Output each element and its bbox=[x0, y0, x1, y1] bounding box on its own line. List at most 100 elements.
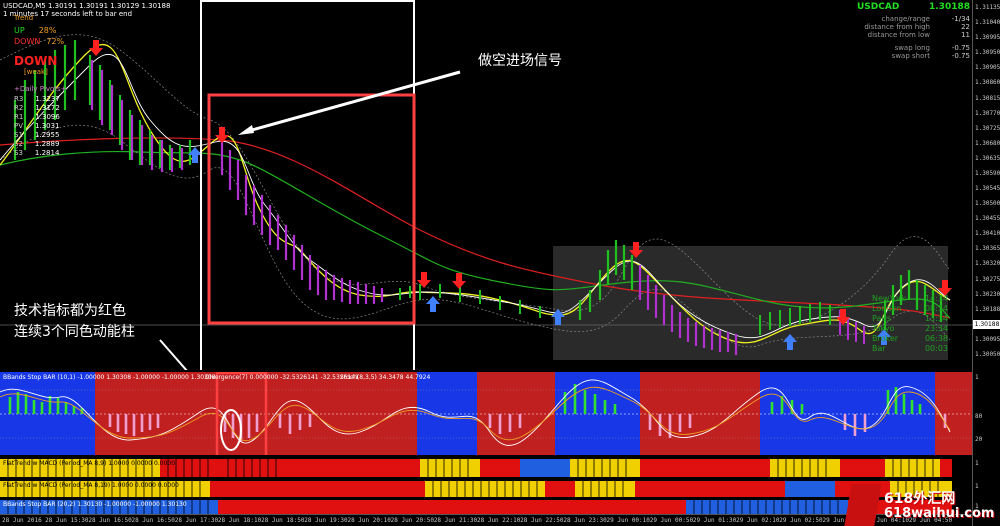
time-axis-label: 28 Jun 20:10 bbox=[347, 517, 391, 524]
info-row-label: distance from high bbox=[864, 23, 930, 31]
time-axis-label: 28 Jun 15:30 bbox=[45, 517, 89, 524]
indicator-panel-flattrend-2[interactable]: FlatTrend w MACD (Period_MA 8,19) 1.0000… bbox=[0, 479, 972, 499]
up-value: 28% bbox=[38, 26, 57, 35]
info-row-value: 22 bbox=[961, 23, 970, 31]
pivot-value: 1.3031 bbox=[35, 122, 60, 130]
highlight-white-box bbox=[200, 0, 415, 370]
price-axis-label: 1.30995 bbox=[975, 34, 1000, 42]
signal-red-box bbox=[207, 93, 416, 325]
annotation-arrow bbox=[244, 70, 461, 134]
watermark-logo-icon bbox=[844, 484, 882, 526]
indicator-panel-svg bbox=[0, 372, 972, 455]
price-axis-label: 1.30230 bbox=[975, 290, 1000, 298]
price-axis-label: 1.30095 bbox=[975, 335, 1000, 343]
trend-big-label: DOWN bbox=[14, 54, 58, 68]
price-axis-label: 1.30455 bbox=[975, 215, 1000, 223]
pivot-value: 1.3096 bbox=[35, 113, 60, 121]
pivot-name: S1 bbox=[14, 131, 23, 139]
price-axis-label: 1.30545 bbox=[975, 185, 1000, 192]
flattrend-1-title: FlatTrend w MACD (Period_MA 8,9) 1.0000 … bbox=[3, 460, 176, 467]
info-row-value: -0.75 bbox=[951, 44, 970, 52]
info-symbol: USDCAD bbox=[857, 2, 900, 12]
info-row-label: change/range bbox=[881, 15, 930, 23]
pivot-name: R1 bbox=[14, 113, 24, 121]
down-value: 72% bbox=[46, 37, 65, 46]
info-row-value: -0.75 bbox=[951, 52, 970, 60]
pivot-value: 1.3172 bbox=[35, 104, 60, 112]
session-time: 08:34 bbox=[924, 304, 948, 313]
pivot-list: R3 1.3237 R2 1.3172 R1 1.3096 PV 1.3031 S1 1.… bbox=[14, 95, 84, 158]
time-axis-label: 28 Jun 18:50 bbox=[261, 517, 305, 524]
up-label: UP bbox=[14, 26, 25, 35]
sub-axis-label: 80 bbox=[975, 413, 983, 420]
time-axis-label: 28 Jun 16:50 bbox=[131, 517, 175, 524]
bbands-title: BBands Stop BAR (10,1) -1.00000 1.30308 … bbox=[3, 374, 216, 381]
price-axis-label: 1.30680 bbox=[975, 139, 1000, 147]
time-axis-label: 28 Jun 19:30 bbox=[304, 517, 348, 524]
time-axis[interactable]: 28 Jun 2016 28 Jun 15:30 28 Jun 16:50 28 Ju… bbox=[0, 514, 972, 526]
pivot-name: S3 bbox=[14, 149, 23, 157]
short-signal-annotation: 做空进场信号 bbox=[478, 53, 562, 69]
price-axis-label: 1.30860 bbox=[975, 79, 1000, 87]
flattrend-2-title: FlatTrend w MACD (Period_MA 8,19) 1.0000… bbox=[3, 482, 179, 489]
indicator-panel-bbands-stoch[interactable]: BBands Stop BAR (10,1) -1.00000 1.30308 … bbox=[0, 372, 972, 455]
divergence-title: Divergence(7) 0.000000 -32.5326141 -32.5… bbox=[205, 374, 359, 381]
info-row-value: 11 bbox=[961, 31, 970, 39]
pivot-name: R2 bbox=[14, 104, 24, 112]
down-label: DOWN bbox=[14, 37, 41, 46]
price-axis-label: 1.30410 bbox=[975, 230, 1000, 238]
price-axis-label: 1.30050 bbox=[975, 350, 1000, 358]
price-axis-label: 1.30950 bbox=[975, 49, 1000, 57]
time-axis-label: 28 Jun 22:50 bbox=[520, 517, 564, 524]
session-clock: NewYork 14:34 London 08:34 Paris 13:34 Toky… bbox=[872, 294, 948, 354]
session-time: 13:34 bbox=[924, 314, 948, 323]
price-axis[interactable]: 1.31135 1.31040 1.30995 1.30950 1.30905 1.308… bbox=[972, 0, 1000, 526]
price-axis-label: 1.31040 bbox=[975, 19, 1000, 27]
info-row-value: -1/34 bbox=[951, 15, 970, 23]
price-axis-label: 1.30770 bbox=[975, 109, 1000, 117]
price-axis-label: 1.31135 bbox=[975, 4, 1000, 11]
session-label: Broker bbox=[872, 334, 899, 343]
trend-label: Trend bbox=[14, 14, 34, 22]
time-axis-label: 28 Jun 16:50 bbox=[88, 517, 132, 524]
trend-panel: Trend UP 28% DOWN 72% DOWN [weak] +Daily… bbox=[14, 14, 84, 158]
sub-axis-label: 1 bbox=[975, 374, 979, 381]
price-axis-label: 1.30500 bbox=[975, 200, 1000, 208]
annotation-red-indicators: 技术指标都为红色 bbox=[14, 303, 126, 319]
time-axis-label: 29 Jun 00:50 bbox=[649, 517, 694, 524]
sub-axis-label: 1 bbox=[975, 460, 979, 467]
watermark: 618外汇网 618waihui.com bbox=[844, 484, 994, 526]
indicator-panel-flattrend-1[interactable]: FlatTrend w MACD (Period_MA 8,9) 1.0000 … bbox=[0, 457, 972, 479]
info-row-label: swap short bbox=[891, 52, 930, 60]
time-axis-label: 28 Jun 2016 bbox=[2, 517, 42, 524]
price-axis-label: 1.30188 bbox=[975, 305, 1000, 313]
price-axis-label: 1.30590 bbox=[975, 169, 1000, 177]
indicator-panel-bbands-2[interactable]: BBands Stop BAR (20,2) 1.30130 -1.00000 … bbox=[0, 499, 972, 515]
pivot-name: PV bbox=[14, 122, 24, 130]
price-axis-label: 1.30320 bbox=[975, 260, 1000, 268]
time-axis-label: 28 Jun 18:10 bbox=[217, 517, 262, 524]
price-axis-label: 1.30815 bbox=[975, 94, 1000, 102]
annotation-momentum-bars: 连续3个同色动能柱 bbox=[14, 324, 135, 340]
time-axis-label: 28 Jun 22:10 bbox=[477, 517, 521, 524]
stoch-title: Stoch(8,3,5) 34.3478 44.7924 bbox=[340, 374, 431, 381]
watermark-line1: 618外汇网 bbox=[884, 491, 956, 507]
session-label: Tokyo bbox=[872, 324, 895, 333]
time-axis-label: 28 Jun 23:30 bbox=[563, 517, 607, 524]
main-price-chart[interactable]: USDCAD,M5 1.30191 1.30191 1.30129 1.3018… bbox=[0, 0, 972, 370]
pivots-title: +Daily Pivots+ bbox=[14, 85, 67, 93]
session-time: 06:38 bbox=[924, 334, 948, 343]
trend-strength: [weak] bbox=[24, 68, 48, 76]
info-price: 1.30188 bbox=[929, 2, 970, 12]
pointer-line bbox=[159, 339, 188, 370]
symbol-info-panel: USDCAD 1.30188 change/range -1/34 distanc… bbox=[805, 2, 970, 60]
bbands-2-title: BBands Stop BAR (20,2) 1.30130 -1.00000 … bbox=[3, 501, 187, 508]
info-row-label: swap long bbox=[894, 44, 930, 52]
session-time: 23:34 bbox=[924, 324, 948, 333]
time-axis-label: 28 Jun 21:30 bbox=[433, 517, 478, 524]
pivot-value: 1.2955 bbox=[34, 131, 60, 139]
session-label: NewYork bbox=[872, 294, 907, 303]
time-axis-label: 29 Jun 00:10 bbox=[606, 517, 650, 524]
price-axis-label: 1.30365 bbox=[975, 245, 1000, 253]
pivot-value: 1.2814 bbox=[34, 149, 60, 157]
